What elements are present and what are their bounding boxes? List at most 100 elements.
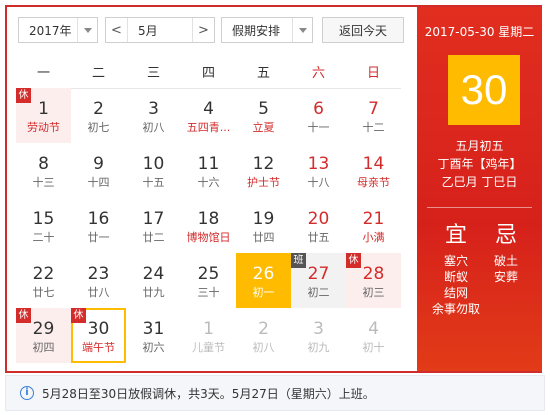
prev-month-button[interactable]: < <box>106 18 128 42</box>
lunar-label: 二十 <box>32 231 55 244</box>
calendar-toolbar: 2017年 < 5月 > 假期安排 返回今天 <box>7 7 417 53</box>
holiday-badge: 休 <box>346 253 361 268</box>
day-cell[interactable]: 9 十四 <box>71 143 126 198</box>
day-number: 4 <box>368 319 379 339</box>
weekday-label: 六 <box>311 66 325 81</box>
day-cell[interactable]: 25 三十 <box>181 253 236 308</box>
day-cell[interactable]: 休 30 端午节 <box>71 308 126 363</box>
day-cell[interactable]: 6 十一 <box>291 88 346 143</box>
ji-list: 破土 安葬 <box>475 253 537 285</box>
weekday-header: 一二三四五六日 <box>16 59 401 89</box>
lunar-label: 十二 <box>362 121 385 134</box>
lunar-label: 初八 <box>252 341 275 354</box>
weekday-label: 四 <box>201 66 215 81</box>
lunar-label: 儿童节 <box>192 341 225 354</box>
chevron-down-icon <box>292 18 312 42</box>
day-cell[interactable]: 17 廿二 <box>126 198 181 253</box>
day-cell[interactable]: 3 初八 <box>126 88 181 143</box>
day-number: 10 <box>142 154 165 174</box>
day-number: 31 <box>142 319 165 339</box>
day-number: 9 <box>93 154 104 174</box>
holiday-badge: 休 <box>16 88 31 103</box>
day-cell[interactable]: 3 初九 <box>291 308 346 363</box>
lunar-label: 劳动节 <box>27 121 60 134</box>
ji-item: 破土 <box>493 254 518 268</box>
calendar-main: 2017年 < 5月 > 假期安排 返回今天 一二三四五六日 休 1 劳动节 2 初七 3… <box>7 7 417 371</box>
day-cell[interactable]: 4 五四青... <box>181 88 236 143</box>
day-cell[interactable]: 11 十六 <box>181 143 236 198</box>
lunar-label: 五四青... <box>186 121 231 134</box>
selected-date-label: 2017-05-30 星期二 <box>424 25 535 39</box>
day-number: 2 <box>93 99 104 119</box>
lunar-label: 初七 <box>87 121 110 134</box>
lunar-label: 博物馆日 <box>186 231 231 244</box>
day-cell[interactable]: 22 廿七 <box>16 253 71 308</box>
ganzhi-month-day: 乙巳月 丁巳日 <box>441 175 518 189</box>
lunar-label: 初二 <box>307 286 330 299</box>
day-cell[interactable]: 休 1 劳动节 <box>16 88 71 143</box>
lunar-label: 廿八 <box>87 286 110 299</box>
lunar-label: 十一 <box>307 121 330 134</box>
calendar-week-row: 休 1 劳动节 2 初七 3 初八 4 五四青... 5 立夏 6 十一 7 十二 <box>16 88 401 143</box>
day-cell[interactable]: 15 二十 <box>16 198 71 253</box>
year-select[interactable]: 2017年 <box>18 17 98 43</box>
lunar-label: 母亲节 <box>357 176 390 189</box>
day-cell[interactable]: 休 29 初四 <box>16 308 71 363</box>
lunar-label: 廿一 <box>87 231 110 244</box>
day-cell[interactable]: 26 初一 <box>236 253 291 308</box>
day-number: 24 <box>142 264 165 284</box>
lunar-label: 小满 <box>362 231 385 244</box>
day-cell[interactable]: 1 儿童节 <box>181 308 236 363</box>
lunar-label: 三十 <box>197 286 220 299</box>
yi-item: 余事勿取 <box>431 302 480 316</box>
calendar-week-row: 22 廿七 23 廿八 24 廿九 25 三十 26 初一 班 27 初二休 28 初三 <box>16 253 401 308</box>
next-month-button[interactable]: > <box>192 18 214 42</box>
lunar-label: 十三 <box>32 176 55 189</box>
month-select-value: 5月 <box>138 23 158 38</box>
day-cell[interactable]: 休 28 初三 <box>346 253 401 308</box>
day-cell[interactable]: 20 廿五 <box>291 198 346 253</box>
day-number: 3 <box>313 319 324 339</box>
workday-badge: 班 <box>291 253 306 268</box>
calendar-grid: 休 1 劳动节 2 初七 3 初八 4 五四青... 5 立夏 6 十一 7 十二 8 十三 9 十四 10 十五 11 十… <box>16 88 401 363</box>
back-to-today-button[interactable]: 返回今天 <box>322 17 404 43</box>
month-select[interactable]: < 5月 > <box>105 17 215 43</box>
calendar-week-row: 15 二十 16 廿一 17 廿二 18 博物馆日 19 廿四 20 廿五 21 小满 <box>16 198 401 253</box>
weekday-label: 五 <box>256 66 270 81</box>
day-cell[interactable]: 10 十五 <box>126 143 181 198</box>
holiday-select-value: 假期安排 <box>232 23 281 38</box>
day-number: 8 <box>38 154 49 174</box>
day-cell[interactable]: 21 小满 <box>346 198 401 253</box>
day-cell[interactable]: 16 廿一 <box>71 198 126 253</box>
lunar-label: 廿二 <box>142 231 165 244</box>
day-cell[interactable]: 2 初七 <box>71 88 126 143</box>
holiday-notice-text: 5月28日至30日放假调休，共3天。5月27日（星期六）上班。 <box>42 386 375 401</box>
lunar-label: 立夏 <box>252 121 275 134</box>
day-number: 7 <box>368 99 379 119</box>
holiday-select[interactable]: 假期安排 <box>221 17 313 43</box>
ganzhi-year: 丁酉年【鸡年】 <box>437 157 522 171</box>
day-number: 25 <box>197 264 220 284</box>
day-cell[interactable]: 2 初八 <box>236 308 291 363</box>
day-detail-panel: 2017-05-30 星期二 30 五月初五 丁酉年【鸡年】 乙巳月 丁巳日 宜… <box>417 7 542 371</box>
day-cell[interactable]: 24 廿九 <box>126 253 181 308</box>
weekday-label: 日 <box>366 66 380 81</box>
day-cell[interactable]: 7 十二 <box>346 88 401 143</box>
day-number: 19 <box>252 209 275 229</box>
day-cell[interactable]: 4 初十 <box>346 308 401 363</box>
ji-item: 安葬 <box>493 270 518 284</box>
day-cell[interactable]: 班 27 初二 <box>291 253 346 308</box>
big-day-number: 30 <box>448 55 520 125</box>
day-cell[interactable]: 5 立夏 <box>236 88 291 143</box>
day-number: 18 <box>197 209 220 229</box>
day-cell[interactable]: 23 廿八 <box>71 253 126 308</box>
day-cell[interactable]: 8 十三 <box>16 143 71 198</box>
day-cell[interactable]: 31 初六 <box>126 308 181 363</box>
lunar-label: 廿七 <box>32 286 55 299</box>
day-cell[interactable]: 14 母亲节 <box>346 143 401 198</box>
day-cell[interactable]: 12 护士节 <box>236 143 291 198</box>
day-cell[interactable]: 18 博物馆日 <box>181 198 236 253</box>
day-cell[interactable]: 13 十八 <box>291 143 346 198</box>
day-number: 6 <box>313 99 324 119</box>
day-cell[interactable]: 19 廿四 <box>236 198 291 253</box>
